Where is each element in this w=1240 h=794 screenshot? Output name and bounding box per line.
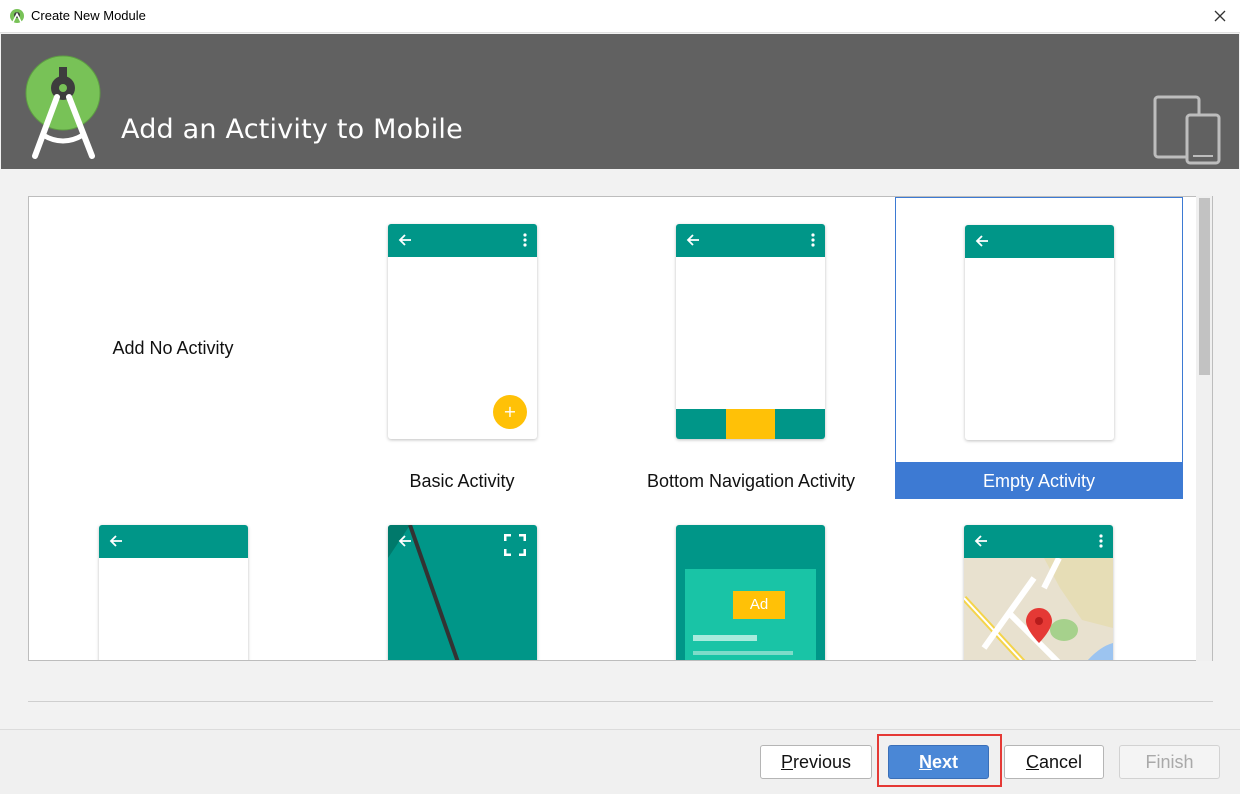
app-bar (965, 225, 1114, 258)
bottom-navigation-active-item (726, 409, 775, 439)
template-tile-basic-activity[interactable]: + Basic Activity (318, 197, 606, 499)
back-arrow-icon (398, 535, 411, 547)
back-arrow-icon (398, 234, 411, 246)
previous-button[interactable]: Previous (760, 745, 872, 779)
window-titlebar: Create New Module (0, 0, 1240, 33)
ad-badge: Ad (733, 591, 785, 619)
close-button[interactable] (1200, 0, 1240, 33)
back-arrow-icon (686, 234, 699, 246)
template-label: Add No Activity (112, 338, 234, 358)
overflow-menu-icon (811, 233, 815, 247)
app-bar (964, 525, 1113, 558)
back-arrow-icon (109, 535, 122, 547)
template-preview (676, 224, 825, 439)
window-title: Create New Module (31, 8, 146, 23)
header-banner: Add an Activity to Mobile (1, 34, 1239, 169)
tablet-phone-icon (1153, 95, 1221, 165)
android-studio-icon (9, 8, 25, 24)
app-bar (676, 224, 825, 257)
bottom-navigation-bar (676, 409, 825, 439)
template-label: Basic Activity (409, 471, 515, 491)
previous-mnemonic: P (780, 752, 793, 772)
overflow-menu-icon (523, 233, 527, 247)
template-preview: + (388, 224, 537, 439)
finish-label: Finish (1145, 752, 1194, 772)
cancel-mnemonic: C (1025, 752, 1039, 772)
template-preview (388, 525, 537, 660)
template-tile-empty-activity[interactable]: Empty Activity (895, 197, 1183, 499)
overflow-menu-icon (1099, 534, 1103, 548)
template-tile-row2-4[interactable] (895, 499, 1183, 660)
template-preview (964, 525, 1113, 660)
template-preview (99, 525, 248, 660)
template-tile-row2-3[interactable]: Ad (607, 499, 895, 660)
fab-add-icon: + (493, 395, 527, 429)
template-label: Bottom Navigation Activity (646, 471, 856, 491)
gallery-scrollbar-thumb[interactable] (1199, 198, 1210, 375)
finish-button[interactable]: Finish (1119, 745, 1220, 779)
template-preview: Ad (676, 525, 825, 660)
android-studio-logo (25, 55, 101, 159)
template-label: Empty Activity (982, 471, 1096, 491)
cancel-button[interactable]: Cancel (1004, 745, 1104, 779)
ad-card: Ad (685, 569, 816, 660)
cancel-label: ancel (1038, 752, 1083, 772)
template-tile-row2-2[interactable] (318, 499, 606, 660)
fullscreen-expand-icon (504, 534, 526, 556)
ad-text-line (693, 651, 793, 655)
map-graphic (964, 558, 1113, 660)
next-button-highlight (877, 734, 1002, 787)
ad-text-line (693, 635, 757, 641)
template-tile-no-activity[interactable]: Add No Activity (29, 197, 317, 499)
back-arrow-icon (975, 235, 988, 247)
close-icon (1214, 10, 1226, 22)
template-preview (965, 225, 1114, 440)
divider (28, 701, 1213, 702)
back-arrow-icon (974, 535, 987, 547)
previous-label: revious (792, 752, 852, 772)
template-gallery: Add No Activity + Basic Activity Bottom … (28, 196, 1213, 661)
template-tile-bottom-navigation[interactable]: Bottom Navigation Activity (607, 197, 895, 499)
template-tile-row2-1[interactable] (29, 499, 317, 660)
app-bar (99, 525, 248, 558)
page-title: Add an Activity to Mobile (121, 114, 463, 145)
app-bar (388, 224, 537, 257)
